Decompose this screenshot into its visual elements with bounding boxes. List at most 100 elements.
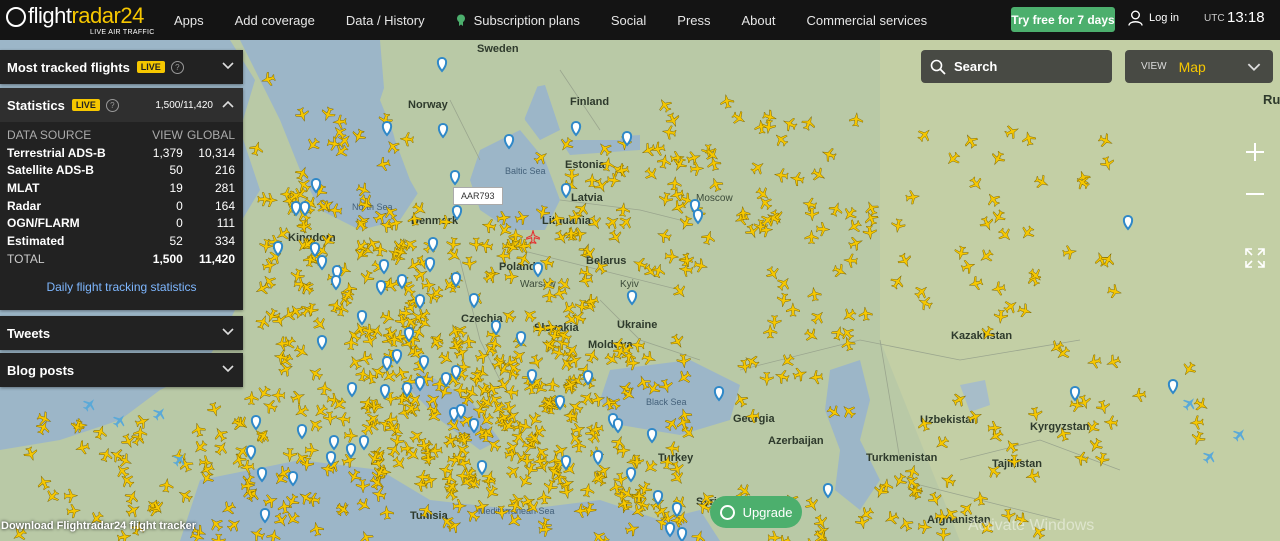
aircraft-icon[interactable] [744,409,760,424]
download-app-text[interactable]: Download Flightradar24 flight tracker [1,520,196,532]
airport-pin-icon[interactable] [330,274,342,291]
aircraft-icon[interactable] [438,214,454,229]
aircraft-icon[interactable] [958,499,977,518]
aircraft-icon[interactable] [641,350,658,367]
aircraft-icon[interactable] [1094,452,1110,468]
aircraft-icon[interactable] [69,419,86,436]
aircraft-icon[interactable] [586,214,604,232]
airport-pin-icon[interactable] [822,482,834,499]
help-icon[interactable]: ? [170,60,184,74]
chevron-down-icon[interactable] [222,365,234,373]
aircraft-icon[interactable] [119,432,137,450]
aircraft-icon[interactable] [580,482,596,498]
aircraft-icon[interactable] [532,443,551,462]
aircraft-icon[interactable] [564,168,579,184]
aircraft-icon[interactable] [990,281,1007,297]
aircraft-icon[interactable] [831,262,849,280]
airport-pin-icon[interactable] [664,521,676,538]
aircraft-icon[interactable] [532,148,551,167]
aircraft-icon[interactable] [658,378,675,395]
aircraft-icon[interactable] [345,467,363,485]
aircraft-icon[interactable] [557,135,576,154]
aircraft-icon[interactable] [967,275,984,292]
aircraft-icon[interactable] [1180,360,1199,379]
nav-apps[interactable]: Apps [174,13,204,28]
airport-pin-icon[interactable] [625,466,637,483]
tweets-header[interactable]: Tweets [0,316,243,350]
aircraft-icon[interactable] [335,412,351,427]
aircraft-icon[interactable] [306,364,325,383]
airport-pin-icon[interactable] [346,381,358,398]
airport-pin-icon[interactable] [532,261,544,278]
aircraft-icon[interactable] [244,390,259,405]
airport-pin-icon[interactable] [316,254,328,271]
aircraft-icon[interactable] [897,515,915,533]
aircraft-icon[interactable] [941,504,960,523]
aircraft-icon[interactable] [504,269,520,284]
aircraft-icon[interactable] [1033,173,1051,191]
aircraft-icon[interactable] [1095,399,1112,416]
airport-pin-icon[interactable] [427,236,439,253]
nav-subscription-plans[interactable]: Subscription plans [456,13,580,28]
aircraft-icon[interactable] [80,395,99,414]
aircraft-icon[interactable] [801,196,818,212]
airport-pin-icon[interactable] [296,423,308,440]
aircraft-icon[interactable] [671,282,690,301]
aircraft-icon[interactable] [499,307,518,326]
aircraft-icon[interactable] [1062,244,1078,260]
aircraft-icon[interactable] [830,325,847,342]
aircraft-icon[interactable] [583,347,601,365]
aircraft-icon[interactable] [478,238,494,254]
aircraft-icon[interactable] [505,511,524,530]
aircraft-icon[interactable] [280,305,298,323]
aircraft-icon[interactable] [849,111,864,127]
aircraft-icon[interactable] [890,218,906,234]
aircraft-icon[interactable] [656,153,672,169]
aircraft-icon[interactable] [1007,454,1022,470]
aircraft-icon[interactable] [334,500,353,519]
help-icon[interactable]: ? [105,98,119,112]
aircraft-icon[interactable] [1192,396,1211,415]
aircraft-icon[interactable] [379,309,397,327]
aircraft-icon[interactable] [939,472,957,490]
airport-pin-icon[interactable] [449,169,461,186]
aircraft-icon[interactable] [520,306,539,325]
airport-pin-icon[interactable] [328,434,340,451]
aircraft-icon[interactable] [1028,406,1044,422]
aircraft-icon[interactable] [858,306,873,322]
aircraft-icon[interactable] [357,350,374,367]
aircraft-icon[interactable] [676,353,691,369]
aircraft-icon[interactable] [134,413,151,430]
aircraft-icon[interactable] [1086,436,1104,454]
aircraft-icon[interactable] [289,268,305,284]
aircraft-icon[interactable] [248,140,265,157]
aircraft-icon[interactable] [661,125,677,140]
aircraft-icon[interactable] [839,402,858,421]
aircraft-icon[interactable] [660,454,675,470]
aircraft-icon[interactable] [1189,430,1206,447]
aircraft-icon[interactable] [559,484,575,500]
aircraft-icon[interactable] [989,149,1007,167]
aircraft-icon[interactable] [494,505,509,521]
aircraft-icon[interactable] [883,509,901,527]
aircraft-icon[interactable] [960,258,977,275]
aircraft-icon[interactable] [437,349,456,368]
airport-pin-icon[interactable] [381,355,393,372]
aircraft-icon[interactable] [1097,132,1115,150]
airport-pin-icon[interactable] [1069,385,1081,402]
aircraft-icon[interactable] [573,503,588,518]
aircraft-icon[interactable] [820,146,837,163]
aircraft-icon[interactable] [350,127,368,145]
aircraft-icon[interactable] [845,217,864,236]
airport-pin-icon[interactable] [671,501,683,518]
aircraft-icon[interactable] [635,374,653,392]
airport-pin-icon[interactable] [646,427,658,444]
aircraft-icon[interactable] [310,315,329,334]
aircraft-icon[interactable] [159,477,174,493]
aircraft-icon[interactable] [249,525,266,541]
aircraft-icon[interactable] [1131,387,1147,402]
airport-pin-icon[interactable] [468,292,480,309]
aircraft-icon[interactable] [206,401,223,418]
aircraft-icon[interactable] [393,364,411,382]
login-button[interactable]: Log in [1128,10,1179,26]
